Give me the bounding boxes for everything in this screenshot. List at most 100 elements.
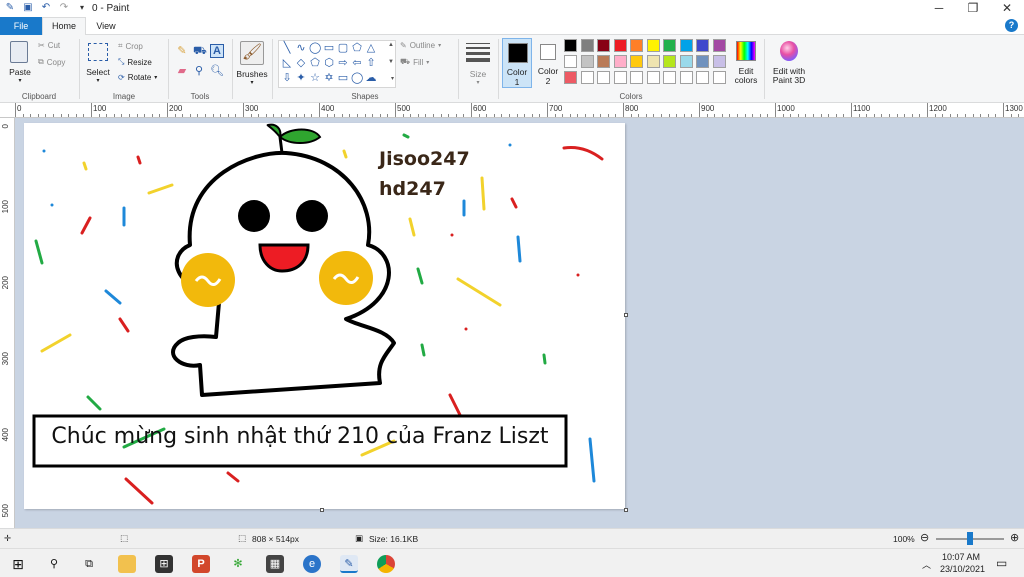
color-picker-icon[interactable]: ⚲ (193, 65, 205, 77)
rounded-rect-shape-icon[interactable]: ▢ (337, 42, 349, 54)
six-point-star-icon[interactable]: ✡ (323, 72, 335, 84)
shapes-expand-icon[interactable]: ▾ (391, 75, 394, 82)
tab-home[interactable]: Home (42, 17, 86, 36)
line-shape-icon[interactable]: ╲ (281, 42, 293, 54)
clock-date[interactable]: 23/10/2021 (940, 564, 985, 574)
triangle-shape-icon[interactable]: △ (365, 42, 377, 54)
customize-qat-icon[interactable]: ▾ (76, 2, 88, 14)
palette-swatch[interactable] (580, 71, 594, 84)
palette-swatch[interactable] (696, 39, 709, 52)
left-arrow-shape-icon[interactable]: ⇦ (351, 57, 363, 69)
crop-button[interactable]: ⌗ Crop (118, 41, 143, 51)
palette-swatch[interactable] (646, 55, 660, 68)
windows-start-icon[interactable]: ⊞ (9, 555, 27, 573)
curve-shape-icon[interactable]: ∿ (295, 42, 307, 54)
palette-swatch[interactable] (613, 39, 627, 52)
palette-swatch[interactable] (712, 71, 726, 84)
palette-swatch[interactable] (564, 39, 577, 52)
magnifier-icon[interactable]: 🔍︎ (210, 65, 224, 77)
fill-bucket-icon[interactable]: ⛟ (193, 45, 207, 57)
callout-cloud-icon[interactable]: ☁ (365, 72, 377, 84)
palette-swatch[interactable] (646, 71, 660, 84)
canvas-resize-handle-right[interactable] (624, 313, 628, 317)
paint-app-icon[interactable]: ✎ (4, 2, 16, 14)
edit-with-paint3d-button[interactable]: Edit with Paint 3D (768, 39, 810, 89)
right-triangle-shape-icon[interactable]: ◺ (281, 57, 293, 69)
paint-taskbar-icon[interactable]: ✎ (340, 555, 358, 573)
pentagon-shape-icon[interactable]: ⬠ (309, 57, 321, 69)
palette-swatch[interactable] (630, 71, 643, 84)
drawing-canvas[interactable]: Jisoo247 hd247 Chúc mừng sinh nhật thứ 2… (24, 123, 628, 512)
palette-swatch[interactable] (564, 55, 577, 68)
clock-time[interactable]: 10:07 AM (942, 552, 980, 562)
canvas-resize-handle-corner[interactable] (624, 508, 628, 512)
outline-button[interactable]: ✎ Outline ▾ (400, 41, 441, 50)
palette-swatch[interactable] (696, 71, 709, 84)
file-explorer-icon[interactable] (118, 555, 136, 573)
hexagon-shape-icon[interactable]: ⬡ (323, 57, 335, 69)
edge-icon[interactable]: e (303, 555, 321, 573)
notifications-icon[interactable]: ▭ (996, 556, 1007, 570)
rectangle-shape-icon[interactable]: ▭ (323, 42, 335, 54)
diamond-shape-icon[interactable]: ◇ (295, 57, 307, 69)
polygon-shape-icon[interactable]: ⬠ (351, 42, 363, 54)
palette-swatch[interactable] (679, 55, 693, 68)
cut-button[interactable]: ✂ Cut (38, 41, 60, 50)
palette-swatch[interactable] (630, 39, 643, 52)
chrome-icon[interactable] (377, 555, 395, 573)
rotate-button[interactable]: ⟳ Rotate ▾ (118, 73, 157, 82)
size-button[interactable]: Size ▾ (462, 39, 494, 87)
brushes-button[interactable]: 🖌︎ Brushes ▾ (234, 39, 270, 91)
undo-icon[interactable]: ↶ (40, 2, 52, 14)
callout-oval-icon[interactable]: ◯ (351, 72, 363, 84)
green-app-icon[interactable]: ✻ (229, 555, 247, 573)
color1-button[interactable]: Color 1 (502, 38, 532, 88)
palette-swatch[interactable] (564, 71, 577, 84)
palette-swatch[interactable] (630, 55, 643, 68)
palette-swatch[interactable] (696, 55, 709, 68)
palette-swatch[interactable] (613, 55, 627, 68)
show-hidden-icons-icon[interactable]: ︿ (922, 558, 931, 571)
canvas-resize-handle-bottom[interactable] (320, 508, 324, 512)
palette-swatch[interactable] (712, 55, 726, 68)
tab-file[interactable]: File (0, 17, 42, 35)
maximize-button[interactable]: ❐ (956, 0, 990, 17)
palette-swatch[interactable] (663, 55, 676, 68)
pencil-icon[interactable]: ✎ (176, 45, 188, 57)
five-point-star-icon[interactable]: ☆ (309, 72, 321, 84)
fill-button[interactable]: ⛟ Fill ▾ (400, 57, 429, 67)
task-view-icon[interactable]: ⧉ (80, 555, 98, 573)
minimize-button[interactable]: ─ (922, 0, 956, 17)
palette-swatch[interactable] (646, 39, 660, 52)
up-arrow-shape-icon[interactable]: ⇧ (365, 57, 377, 69)
tab-view[interactable]: View (88, 17, 124, 35)
select-button[interactable]: Select ▾ (84, 39, 112, 87)
palette-swatch[interactable] (679, 71, 693, 84)
zoom-out-button[interactable]: ⊖ (920, 531, 929, 544)
eraser-icon[interactable]: ▰ (176, 65, 188, 77)
palette-swatch[interactable] (597, 39, 610, 52)
four-point-star-icon[interactable]: ✦ (295, 72, 307, 84)
palette-swatch[interactable] (580, 55, 594, 68)
store-icon[interactable]: ⊞ (155, 555, 173, 573)
text-tool-icon[interactable]: A (210, 44, 224, 58)
zoom-slider-thumb[interactable] (967, 532, 973, 545)
resize-button[interactable]: ⤡ Resize (118, 57, 152, 67)
palette-swatch[interactable] (597, 71, 610, 84)
right-arrow-shape-icon[interactable]: ⇨ (337, 57, 349, 69)
palette-swatch[interactable] (580, 39, 594, 52)
shapes-gallery[interactable]: ╲ ∿ ◯ ▭ ▢ ⬠ △ ◺ ◇ ⬠ ⬡ ⇨ ⇦ ⇧ ⇩ ✦ ☆ ✡ ▭ ◯ … (278, 40, 396, 88)
shapes-scroll-down-icon[interactable]: ▼ (388, 59, 394, 65)
palette-swatch[interactable] (663, 39, 676, 52)
save-icon[interactable]: ▣ (22, 2, 34, 14)
powerpoint-icon[interactable]: P (192, 555, 210, 573)
palette-swatch[interactable] (613, 71, 627, 84)
close-button[interactable]: ✕ (990, 0, 1024, 17)
zoom-in-button[interactable]: ⊕ (1010, 531, 1019, 544)
shapes-scroll-up-icon[interactable]: ▲ (388, 42, 394, 48)
oval-shape-icon[interactable]: ◯ (309, 42, 321, 54)
color2-button[interactable]: Color 2 (534, 38, 562, 88)
down-arrow-shape-icon[interactable]: ⇩ (281, 72, 293, 84)
redo-icon[interactable]: ↷ (58, 2, 70, 14)
help-icon[interactable]: ? (1005, 19, 1018, 32)
